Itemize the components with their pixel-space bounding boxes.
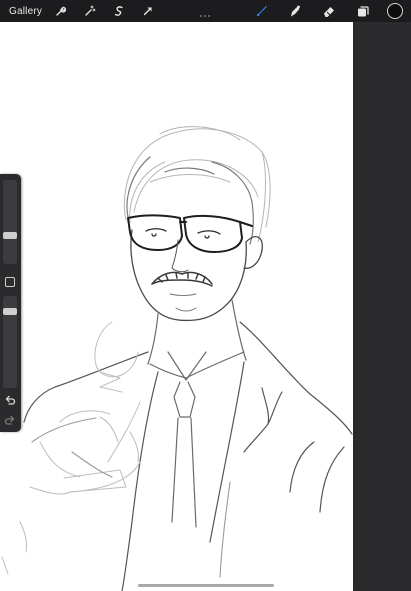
redo-icon[interactable] [4, 414, 16, 426]
drag-handle[interactable] [200, 4, 212, 17]
right-toolbar [251, 0, 411, 22]
wrench-icon[interactable] [52, 2, 70, 20]
selection-icon[interactable] [110, 2, 128, 20]
eraser-icon[interactable] [319, 1, 339, 21]
drawing-canvas[interactable] [0, 22, 353, 591]
home-indicator[interactable] [138, 584, 274, 587]
workspace-margin [353, 22, 411, 591]
layers-icon[interactable] [353, 1, 373, 21]
sketch-artwork [1, 126, 353, 591]
color-swatch[interactable] [387, 3, 403, 19]
brush-size-slider[interactable] [3, 180, 17, 264]
brush-icon[interactable] [251, 1, 271, 21]
undo-icon[interactable] [4, 394, 16, 406]
sidebar [0, 174, 21, 432]
brush-size-thumb[interactable] [3, 232, 17, 239]
opacity-slider[interactable] [3, 296, 17, 388]
gallery-button[interactable]: Gallery [9, 6, 42, 17]
top-toolbar: Gallery [0, 0, 411, 22]
smudge-icon[interactable] [285, 1, 305, 21]
transform-arrow-icon[interactable] [139, 2, 157, 20]
opacity-thumb[interactable] [3, 308, 17, 315]
modify-button[interactable] [5, 277, 15, 287]
magic-wand-icon[interactable] [81, 2, 99, 20]
